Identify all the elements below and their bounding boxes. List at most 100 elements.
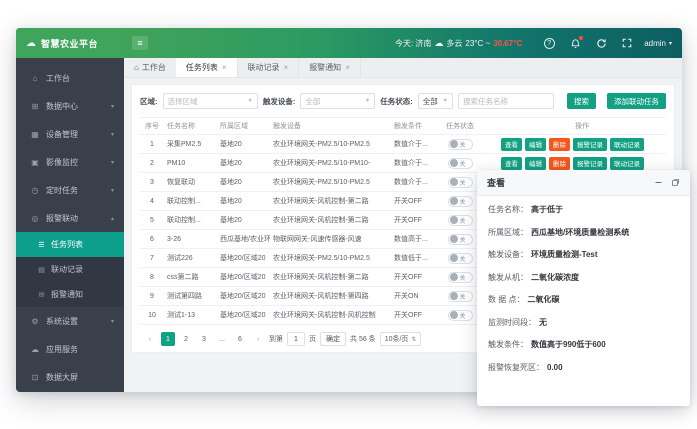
sidebar-item-device-management[interactable]: ▦ 设备管理 ▾ — [16, 120, 124, 148]
refresh-icon[interactable] — [588, 38, 614, 49]
close-icon[interactable]: × — [284, 63, 289, 72]
status-toggle[interactable]: 关 — [448, 177, 473, 188]
close-icon[interactable]: × — [222, 63, 227, 72]
chevron-up-icon: ▴ — [111, 215, 114, 222]
workbench-icon: ⌂ — [29, 74, 41, 83]
field-label: 报警恢复死区： — [488, 362, 544, 373]
view-button[interactable]: 查看 — [501, 157, 522, 170]
sidebar-item-app-services[interactable]: ☁ 应用服务 — [16, 335, 124, 363]
app-title: 智慧农业平台 — [41, 37, 98, 50]
status-toggle[interactable]: 关 — [448, 253, 473, 264]
region-select[interactable]: 选择区域 ▼ — [163, 93, 258, 109]
tab-task-list[interactable]: 任务列表 × — [176, 58, 238, 77]
toggle-label: 关 — [460, 140, 466, 149]
panel-field: 数 据 点：二氧化碳 — [488, 294, 679, 305]
prev-page-button[interactable]: ‹ — [143, 332, 157, 346]
filter-bar: 区域: 选择区域 ▼ 触发设备: 全部 ▼ 任务状态: 全部 ▼ 搜索 添加联动… — [140, 93, 666, 109]
page-size-select[interactable]: 10条/页 ⇅ — [380, 332, 422, 346]
edit-button[interactable]: 编辑 — [525, 157, 546, 170]
sidebar-item-workbench[interactable]: ⌂ 工作台 — [16, 64, 124, 92]
total-count: 共 56 条 — [350, 334, 376, 344]
linkage-records-icon: ▤ — [36, 266, 47, 274]
task-region: 基地20/区域20 — [217, 306, 270, 324]
next-page-button[interactable]: › — [251, 332, 265, 346]
alarm-records-button[interactable]: 报警记录 — [573, 138, 607, 151]
status-toggle[interactable]: 关 — [448, 158, 473, 169]
sidebar-menu: ⌂ 工作台 ⊞ 数据中心 ▾ ▦ 设备管理 ▾ ▣ 影像监控 ▾ ◷ 定时任务 — [16, 58, 124, 391]
toggle-label: 关 — [460, 235, 466, 244]
bell-icon[interactable] — [562, 38, 588, 49]
tab-alarm-notifications[interactable]: 报警通知 × — [299, 58, 361, 77]
linkage-records-button[interactable]: 联动记录 — [610, 157, 644, 170]
row-index: 8 — [140, 268, 164, 286]
tab-linkage-records[interactable]: 联动记录 × — [238, 58, 300, 77]
menu-collapse-icon[interactable]: ≡ — [132, 36, 148, 50]
search-button[interactable]: 搜索 — [567, 93, 596, 109]
linkage-records-button[interactable]: 联动记录 — [610, 138, 644, 151]
sidebar-item-system-settings[interactable]: ⚙ 系统设置 ▾ — [16, 307, 124, 335]
sidebar: ☁ 智慧农业平台 ⌂ 工作台 ⊞ 数据中心 ▾ ▦ 设备管理 ▾ ▣ 影像监控 … — [16, 28, 124, 392]
search-input[interactable] — [458, 93, 554, 109]
sidebar-item-video-monitoring[interactable]: ▣ 影像监控 ▾ — [16, 148, 124, 176]
page-2[interactable]: 2 — [179, 332, 193, 346]
sidebar-item-alarm-linkage[interactable]: ◎ 报警联动 ▴ — [16, 204, 124, 232]
panel-field: 所属区域：西瓜基地/环境质量检测系统 — [488, 227, 679, 238]
toggle-label: 关 — [460, 254, 466, 263]
page-ellipsis: ... — [215, 332, 229, 346]
page-6[interactable]: 6 — [233, 332, 247, 346]
task-name: 测试1-13 — [164, 306, 217, 324]
user-menu[interactable]: admin ▾ — [644, 39, 672, 48]
task-region: 基地20/区域20 — [217, 249, 270, 267]
toggle-knob — [450, 159, 458, 167]
close-icon[interactable]: × — [345, 63, 350, 72]
task-region: 基地20 — [217, 173, 270, 191]
page-3[interactable]: 3 — [197, 332, 211, 346]
edit-button[interactable]: 编辑 — [525, 138, 546, 151]
fullscreen-icon[interactable] — [614, 38, 640, 48]
app-logo: ☁ 智慧农业平台 — [16, 28, 124, 58]
delete-button[interactable]: 删除 — [549, 157, 570, 170]
confirm-page-button[interactable]: 确定 — [320, 332, 346, 346]
trigger-condition: 开关ON — [391, 287, 437, 305]
trigger-device: 农业环境网关-风机控制-第四路 — [270, 287, 391, 305]
clipped-column — [483, 135, 495, 153]
sidebar-item-data-center[interactable]: ⊞ 数据中心 ▾ — [16, 92, 124, 120]
status-toggle[interactable]: 关 — [448, 234, 473, 245]
status-toggle[interactable]: 关 — [448, 310, 473, 321]
sidebar-item-data-screen[interactable]: ⊡ 数据大屏 — [16, 363, 124, 391]
toggle-knob — [450, 292, 458, 300]
trigger-device-select[interactable]: 全部 ▼ — [300, 93, 375, 109]
minimize-icon[interactable] — [654, 178, 663, 187]
status-toggle[interactable]: 关 — [448, 272, 473, 283]
sidebar-item-alarm-notifications[interactable]: ✉ 报警通知 — [16, 282, 124, 307]
status-toggle[interactable]: 关 — [448, 196, 473, 207]
field-label: 数 据 点： — [488, 294, 524, 305]
page-1[interactable]: 1 — [161, 332, 175, 346]
toggle-label: 关 — [460, 292, 466, 301]
cloud-icon: ☁ — [29, 345, 41, 354]
top-bar: ≡ 今天: 济南 ☁ 多云 23°C ~ 30.67°C ? — [124, 28, 682, 58]
view-button[interactable]: 查看 — [501, 138, 522, 151]
toggle-label: 关 — [460, 216, 466, 225]
trigger-device: 农业环境网关-风机控制-第二路 — [270, 268, 391, 286]
jump-page-input[interactable] — [287, 332, 305, 346]
task-name: 测试第四路 — [164, 287, 217, 305]
sidebar-item-scheduled-tasks[interactable]: ◷ 定时任务 ▾ — [16, 176, 124, 204]
status-toggle[interactable]: 关 — [448, 215, 473, 226]
sidebar-item-task-list[interactable]: ☰ 任务列表 — [16, 232, 124, 257]
field-label: 触发条件： — [488, 339, 528, 350]
tab-home[interactable]: ⌂ 工作台 — [124, 58, 176, 77]
trigger-condition: 开关OFF — [391, 306, 437, 324]
maximize-icon[interactable] — [671, 178, 680, 187]
add-linkage-task-button[interactable]: 添加联动任务 — [607, 93, 666, 109]
alarm-records-button[interactable]: 报警记录 — [573, 157, 607, 170]
task-status-select[interactable]: 全部 ▼ — [418, 93, 453, 109]
status-toggle[interactable]: 关 — [448, 291, 473, 302]
status-toggle[interactable]: 关 — [448, 139, 473, 150]
field-label: 所属区域： — [488, 227, 528, 238]
field-value: 二氧化碳浓度 — [531, 272, 579, 283]
trigger-device: 农业环境网关-风机控制-第二路 — [270, 211, 391, 229]
help-icon[interactable]: ? — [536, 38, 562, 49]
sidebar-item-linkage-records[interactable]: ▤ 联动记录 — [16, 257, 124, 282]
delete-button[interactable]: 删除 — [549, 138, 570, 151]
